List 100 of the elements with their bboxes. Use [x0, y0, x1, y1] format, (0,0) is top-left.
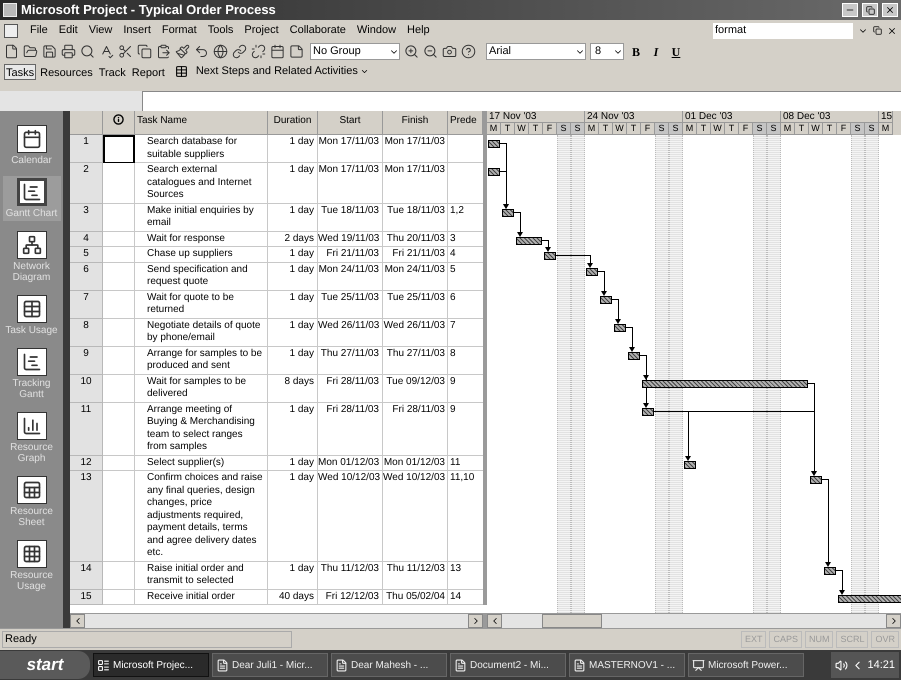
file-icon[interactable]	[4, 44, 19, 59]
printer-icon[interactable]	[61, 44, 76, 59]
task-bar[interactable]	[642, 408, 654, 416]
group-dropdown[interactable]: No Group	[310, 43, 400, 60]
speaker-icon[interactable]	[835, 658, 848, 672]
font-dropdown[interactable]: Arial	[486, 43, 586, 60]
menu-item[interactable]: Help	[402, 22, 435, 39]
task-bar[interactable]	[502, 208, 514, 216]
menu-item[interactable]: Edit	[54, 22, 83, 39]
paste-icon[interactable]	[156, 44, 171, 59]
row-number[interactable]: 15	[70, 590, 103, 605]
column-header[interactable]: Start	[339, 115, 361, 126]
note-icon[interactable]	[289, 44, 304, 59]
restore-button[interactable]	[862, 3, 878, 17]
row-number[interactable]: 12	[70, 456, 103, 471]
indicator-cell[interactable]	[103, 135, 135, 163]
taskbar-button[interactable]: MASTERNOV1 - ...	[569, 653, 685, 677]
taskbar-button[interactable]: Dear Mahesh - ...	[331, 653, 447, 677]
row-number[interactable]: 10	[70, 374, 103, 402]
task-bar[interactable]	[810, 476, 822, 484]
row-number[interactable]: 7	[70, 290, 103, 318]
task-bar[interactable]	[600, 296, 612, 304]
menu-item[interactable]: Collaborate	[284, 22, 351, 39]
scroll-right-button[interactable]	[468, 614, 483, 628]
zoom-out-icon[interactable]	[423, 44, 438, 59]
duration-cell: 1 day	[268, 135, 318, 163]
scroll-thumb[interactable]	[542, 614, 602, 628]
help-icon[interactable]	[461, 44, 476, 59]
task-bar[interactable]	[516, 236, 542, 244]
entry-field[interactable]	[142, 91, 901, 111]
task-bar[interactable]	[824, 566, 836, 574]
menu-item[interactable]: View	[84, 22, 118, 39]
task-name-cell: Wait for quote to be returned	[135, 290, 268, 318]
scroll-left-button[interactable]	[487, 614, 502, 628]
task-bar[interactable]	[614, 324, 626, 332]
scroll-left-button[interactable]	[70, 614, 85, 628]
row-number[interactable]: 5	[70, 247, 103, 262]
row-number[interactable]: 4	[70, 232, 103, 247]
column-header[interactable]: Duration	[274, 115, 312, 126]
row-number[interactable]: 13	[70, 471, 103, 562]
task-bar[interactable]	[642, 380, 808, 388]
zoom-in-icon[interactable]	[404, 44, 419, 59]
unlink-icon[interactable]	[251, 44, 266, 59]
task-bar[interactable]	[488, 168, 500, 176]
format-button[interactable]: I	[648, 42, 664, 60]
row-number[interactable]: 1	[70, 135, 103, 163]
copy-icon[interactable]	[137, 44, 152, 59]
guide-tab[interactable]: Report	[130, 64, 167, 80]
row-number[interactable]: 8	[70, 318, 103, 346]
predecessors-cell: 4	[450, 248, 456, 259]
taskbar-button[interactable]: Dear Juli1 - Micr...	[212, 653, 328, 677]
menu-item[interactable]: File	[25, 22, 53, 39]
task-bar[interactable]	[684, 460, 696, 468]
task-bar[interactable]	[586, 268, 598, 276]
close-button[interactable]	[882, 3, 898, 17]
restore-icon[interactable]	[873, 26, 882, 35]
column-header[interactable]: Prede	[450, 115, 477, 126]
start-button[interactable]: start	[0, 651, 90, 679]
paintbrush-icon[interactable]	[175, 44, 190, 59]
undo-icon[interactable]	[194, 44, 209, 59]
link-icon[interactable]	[232, 44, 247, 59]
help-search-field[interactable]: format	[713, 22, 853, 38]
task-bar[interactable]	[544, 252, 556, 260]
next-steps-menu[interactable]: Next Steps and Related Activities	[196, 63, 369, 80]
taskbar-button[interactable]: Document2 - Mi...	[450, 653, 566, 677]
save-icon[interactable]	[42, 44, 57, 59]
menu-item[interactable]: Insert	[118, 22, 156, 39]
row-number[interactable]: 11	[70, 402, 103, 456]
table-icon[interactable]	[174, 65, 188, 78]
format-button[interactable]: U	[668, 42, 684, 60]
task-bar[interactable]	[488, 140, 500, 148]
scroll-right-button[interactable]	[886, 614, 901, 628]
task-bar[interactable]	[628, 352, 640, 360]
print-preview-icon[interactable]	[80, 44, 95, 59]
row-number[interactable]: 3	[70, 204, 103, 232]
close-icon[interactable]	[887, 26, 897, 36]
start-cell: Thu 27/11/03	[318, 346, 383, 374]
row-number[interactable]: 2	[70, 163, 103, 204]
scissors-icon[interactable]	[118, 44, 133, 59]
folder-icon[interactable]	[23, 44, 38, 59]
calendar-icon[interactable]	[270, 44, 285, 59]
row-number[interactable]: 9	[70, 346, 103, 374]
font-size-dropdown[interactable]: 8	[590, 43, 624, 60]
row-number[interactable]: 14	[70, 562, 103, 590]
menu-item[interactable]: Project	[239, 22, 284, 39]
minimize-button[interactable]	[842, 3, 858, 17]
row-number[interactable]: 6	[70, 262, 103, 290]
menu-item[interactable]: Window	[352, 22, 402, 39]
camera-icon[interactable]	[442, 44, 457, 59]
globe-icon[interactable]	[213, 44, 228, 59]
column-header[interactable]: Finish	[402, 115, 428, 126]
menu-item[interactable]: Tools	[202, 22, 238, 39]
guide-tab[interactable]: Resources	[38, 64, 95, 80]
taskbar-button[interactable]: Microsoft Power...	[688, 653, 804, 677]
format-button[interactable]: B	[628, 42, 644, 60]
menu-item[interactable]: Format	[156, 22, 202, 39]
guide-tab[interactable]: Tasks	[4, 64, 36, 80]
guide-tab[interactable]: Track	[96, 64, 128, 80]
column-header[interactable]: Task Name	[137, 115, 188, 126]
taskbar-button[interactable]: Microsoft Projec...	[93, 653, 209, 677]
